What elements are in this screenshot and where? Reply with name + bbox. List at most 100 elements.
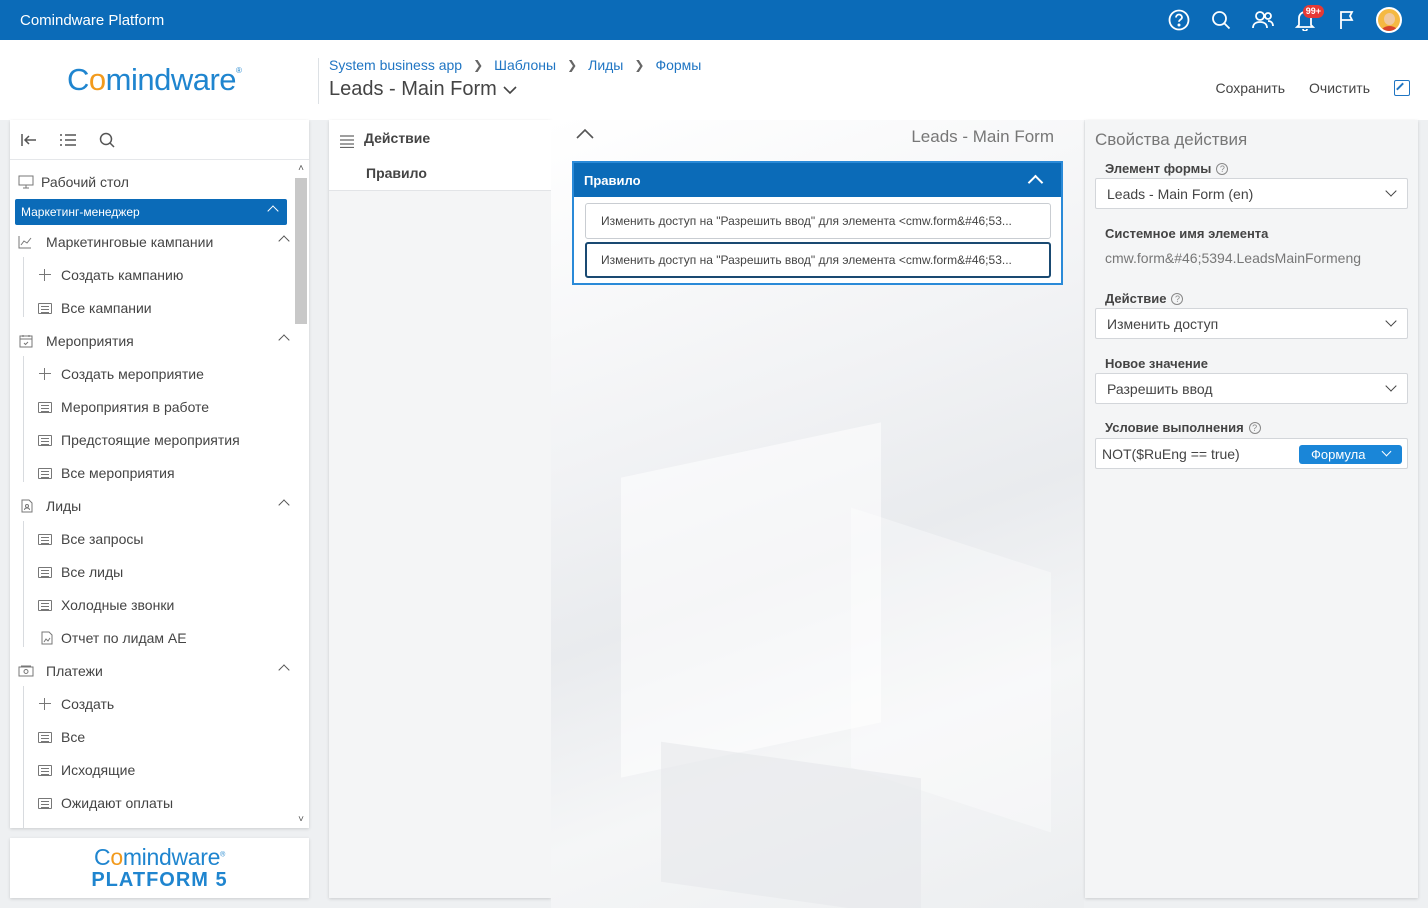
bell-icon[interactable]: 99+	[1284, 0, 1326, 40]
system-name-label: Системное имя элемента	[1105, 226, 1269, 241]
nav-scrollbar[interactable]: ˄ ˅	[292, 162, 309, 828]
comindware-logo[interactable]: Comindware®	[67, 62, 242, 98]
list-icon	[38, 303, 52, 314]
search-icon[interactable]	[1200, 0, 1242, 40]
notification-badge: 99+	[1302, 5, 1324, 18]
condition-input[interactable]	[1102, 446, 1292, 462]
nav-item-all-leads[interactable]: Все лиды	[10, 557, 292, 587]
help-icon[interactable]: ?	[1216, 162, 1229, 175]
list-icon	[38, 402, 52, 413]
rule-list-item[interactable]: Правило	[366, 165, 427, 181]
users-icon[interactable]	[1242, 0, 1284, 40]
list-view-icon[interactable]	[59, 133, 77, 147]
list-icon	[38, 567, 52, 578]
clear-button[interactable]: Очистить	[1309, 80, 1370, 96]
plus-icon	[39, 269, 51, 281]
rule-action-item[interactable]: Изменить доступ на "Разрешить ввод" для …	[585, 203, 1051, 239]
app-title[interactable]: Comindware Platform	[20, 12, 164, 29]
help-icon[interactable]: ?	[1248, 421, 1261, 434]
breadcrumb-item-app[interactable]: System business app	[329, 57, 462, 73]
nav-item-cold-calls[interactable]: Холодные звонки	[10, 590, 292, 620]
chevron-right-icon: ❯	[473, 58, 484, 72]
nav-item-events-in-progress[interactable]: Мероприятия в работе	[10, 392, 292, 422]
condition-label: Условие выполнения ?	[1105, 420, 1261, 435]
user-avatar-button[interactable]	[1368, 0, 1410, 40]
form-element-label: Элемент формы ?	[1105, 161, 1229, 176]
menu-icon[interactable]	[339, 134, 355, 148]
nav-group-payments[interactable]: Платежи	[10, 656, 292, 686]
chevron-up-icon[interactable]	[1027, 174, 1044, 191]
scroll-down-arrow-icon[interactable]: ˅	[295, 814, 307, 826]
avatar	[1376, 7, 1402, 33]
chevron-down-icon	[1385, 380, 1397, 392]
list-icon	[38, 732, 52, 743]
nav-item-all-requests[interactable]: Все запросы	[10, 524, 292, 554]
chevron-down-icon	[1385, 315, 1397, 327]
chevron-up-icon	[267, 205, 279, 217]
collapse-canvas-icon[interactable]	[575, 128, 595, 140]
nav-group-campaigns[interactable]: Маркетинговые кампании	[10, 227, 292, 257]
calendar-icon	[19, 335, 33, 348]
breadcrumb-item-leads[interactable]: Лиды	[588, 57, 623, 73]
nav-item-all-campaigns[interactable]: Все кампании	[10, 293, 292, 323]
nav-list: Рабочий стол Маркетинг-менеджер Маркетин…	[10, 162, 292, 828]
chevron-up-icon	[278, 664, 290, 676]
save-button[interactable]: Сохранить	[1215, 80, 1285, 96]
chevron-right-icon: ❯	[634, 58, 645, 72]
chevron-right-icon: ❯	[567, 58, 578, 72]
help-icon[interactable]	[1158, 0, 1200, 40]
actions-panel: Действие Правило	[329, 120, 551, 898]
breadcrumb-item-forms[interactable]: Формы	[655, 57, 701, 73]
form-element-select[interactable]: Leads - Main Form (en)	[1095, 178, 1408, 209]
list-icon	[38, 534, 52, 545]
nav-group-events[interactable]: Мероприятия	[10, 326, 292, 356]
canvas-form-title: Leads - Main Form	[911, 127, 1054, 146]
plus-icon	[39, 698, 51, 710]
breadcrumb-item-templates[interactable]: Шаблоны	[494, 57, 556, 73]
nav-group-leads[interactable]: Лиды	[10, 491, 292, 521]
nav-item-upcoming-events[interactable]: Предстоящие мероприятия	[10, 425, 292, 455]
actions-header: Действие	[364, 130, 431, 146]
nav-item-all-payments[interactable]: Все	[10, 722, 292, 752]
chevron-down-icon	[1385, 185, 1397, 197]
top-bar: Comindware Platform 99+	[0, 0, 1428, 40]
nav-item-lead-report[interactable]: Отчет по лидам AE	[10, 623, 292, 653]
help-icon[interactable]: ?	[1171, 292, 1184, 305]
action-select[interactable]: Изменить доступ	[1095, 308, 1408, 339]
scrollbar-thumb[interactable]	[295, 178, 307, 324]
list-icon	[38, 468, 52, 479]
new-value-label: Новое значение	[1105, 356, 1209, 371]
search-icon[interactable]	[99, 132, 115, 148]
chevron-down-icon	[1381, 446, 1392, 457]
money-icon	[18, 665, 34, 677]
flag-icon[interactable]	[1326, 0, 1368, 40]
rule-block-header[interactable]: Правило	[574, 163, 1061, 197]
platform-logo: Comindware® PLATFORM 5	[10, 838, 309, 898]
plus-icon	[39, 368, 51, 380]
list-icon	[38, 435, 52, 446]
report-icon	[41, 631, 53, 645]
list-icon	[38, 798, 52, 809]
nav-item-outgoing[interactable]: Исходящие	[10, 755, 292, 785]
nav-section-marketing-manager[interactable]: Маркетинг-менеджер	[15, 199, 287, 225]
nav-item-desktop[interactable]: Рабочий стол	[10, 167, 292, 197]
nav-item-create-campaign[interactable]: Создать кампанию	[10, 260, 292, 290]
nav-item-all-events[interactable]: Все мероприятия	[10, 458, 292, 488]
new-value-select[interactable]: Разрешить ввод	[1095, 373, 1408, 404]
form-canvas: Leads - Main Form Правило Изменить досту…	[551, 120, 1084, 908]
desktop-icon	[18, 175, 34, 189]
formula-button[interactable]: Формула	[1299, 445, 1402, 464]
scroll-up-arrow-icon[interactable]: ˄	[295, 163, 307, 175]
rule-block[interactable]: Правило Изменить доступ на "Разрешить вв…	[572, 161, 1063, 285]
lead-icon	[21, 499, 33, 513]
collapse-sidebar-icon[interactable]	[21, 133, 37, 147]
list-icon	[38, 600, 52, 611]
page-title[interactable]: Leads - Main Form	[329, 78, 517, 101]
nav-item-create-payment[interactable]: Создать	[10, 689, 292, 719]
edit-icon[interactable]	[1394, 80, 1410, 96]
properties-title: Свойства действия	[1095, 130, 1248, 149]
nav-item-awaiting-payment[interactable]: Ожидают оплаты	[10, 788, 292, 818]
rule-action-item-selected[interactable]: Изменить доступ на "Разрешить ввод" для …	[585, 242, 1051, 278]
left-navigation: Рабочий стол Маркетинг-менеджер Маркетин…	[10, 120, 309, 828]
nav-item-create-event[interactable]: Создать мероприятие	[10, 359, 292, 389]
